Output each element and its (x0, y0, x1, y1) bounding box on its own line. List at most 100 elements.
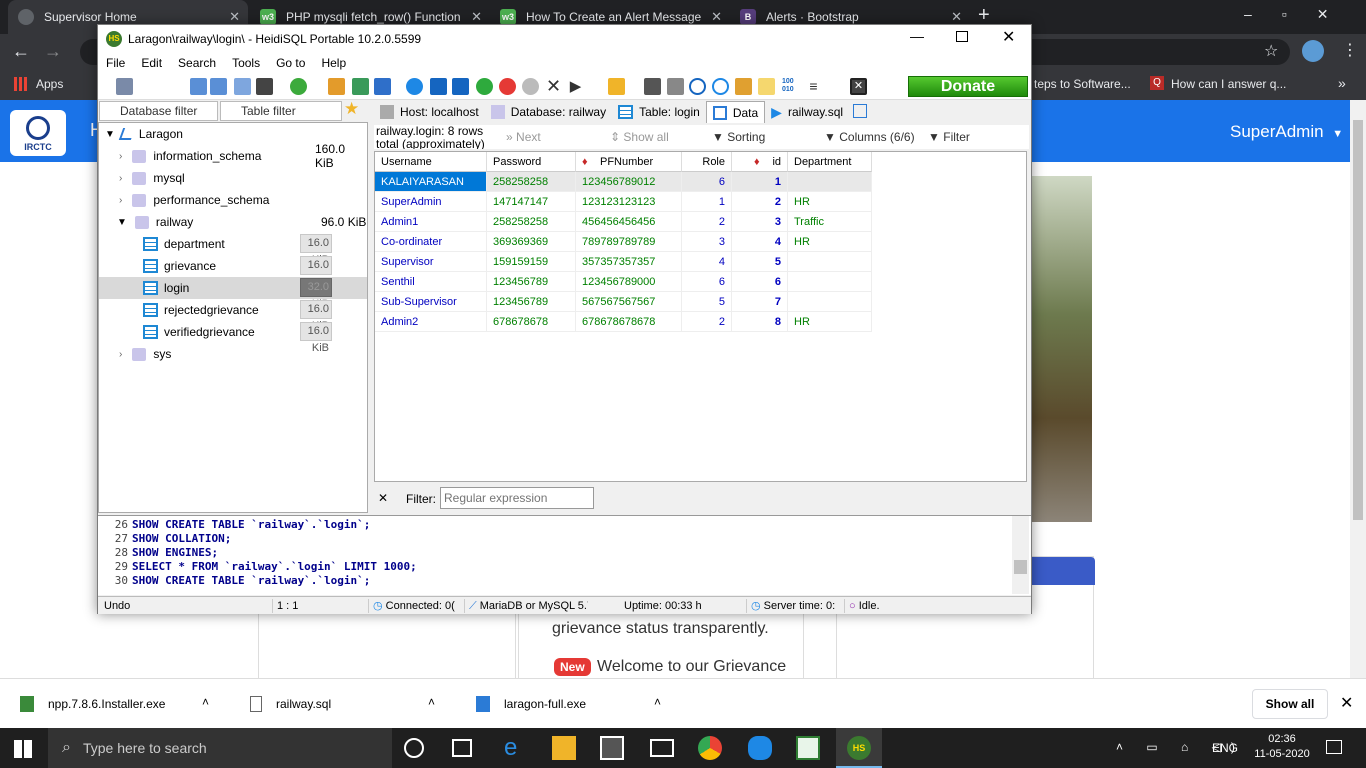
grid-cell[interactable]: Admin1 (375, 212, 487, 232)
grid-cell[interactable]: 3 (732, 212, 788, 232)
grid-cell[interactable]: Traffic (788, 212, 872, 232)
tab-query[interactable]: ▶ railway.sql (765, 101, 849, 123)
close-tab-icon[interactable]: ✕ (229, 9, 240, 25)
download-item[interactable]: railway.sql ˄ (250, 679, 450, 729)
forward-icon[interactable]: → (44, 41, 62, 62)
apps-bookmark[interactable]: Apps (14, 77, 63, 91)
grid-cell[interactable]: 1 (682, 192, 732, 212)
windows-start-icon[interactable] (14, 740, 32, 758)
last-record-icon[interactable] (452, 78, 469, 95)
menu-help[interactable]: Help (313, 56, 354, 70)
grid-cell[interactable]: 5 (682, 292, 732, 312)
first-record-icon[interactable] (430, 78, 447, 95)
grid-cell[interactable]: 6 (682, 172, 732, 192)
grid-cell[interactable]: 258258258 (487, 212, 576, 232)
more-bookmarks-icon[interactable]: » (1338, 75, 1346, 91)
tab-data[interactable]: Data (705, 101, 766, 123)
grid-cell[interactable]: 7 (732, 292, 788, 312)
grid-cell[interactable]: 4 (682, 252, 732, 272)
grid-cell[interactable]: Sub-Supervisor (375, 292, 487, 312)
replace-icon[interactable] (712, 78, 729, 95)
warning-icon[interactable] (758, 78, 775, 95)
export-icon[interactable] (234, 78, 251, 95)
save-as-icon[interactable] (667, 78, 684, 95)
cortana-icon[interactable] (404, 738, 424, 758)
grid-cell[interactable]: Senthil (375, 272, 487, 292)
tree-table-department[interactable]: department 16.0 KiB (99, 233, 367, 266)
tab-database[interactable]: Database: railway (485, 101, 612, 123)
close-tab-icon[interactable]: ✕ (711, 9, 722, 25)
chevron-up-icon[interactable]: ˄ (202, 695, 209, 709)
maximize-button[interactable] (956, 31, 968, 42)
paste-icon[interactable] (210, 78, 227, 95)
open-folder-icon[interactable] (608, 78, 625, 95)
bookmark-how-can-i-answer[interactable]: How can I answer q... (1171, 77, 1286, 91)
run-icon[interactable]: ▶ (567, 78, 584, 95)
binary-icon[interactable]: 100 010 (782, 78, 799, 95)
tree-db-sys[interactable]: › sys (99, 343, 367, 365)
store-icon[interactable] (600, 736, 624, 760)
grid-cell[interactable]: SuperAdmin (375, 192, 487, 212)
grid-cell[interactable]: 2 (732, 192, 788, 212)
grid-cell[interactable]: Admin2 (375, 312, 487, 332)
find-icon[interactable] (689, 78, 706, 95)
column-header-department[interactable]: Department (788, 152, 872, 172)
grid-cell[interactable]: 123456789 (487, 292, 576, 312)
grid-cell[interactable]: 123456789000 (576, 272, 682, 292)
app-icon[interactable] (748, 736, 772, 760)
column-header-username[interactable]: Username (375, 152, 487, 172)
sorting-button[interactable]: ▼ Sorting (712, 130, 765, 144)
connect-icon[interactable] (116, 78, 133, 95)
close-downloads-icon[interactable]: ✕ (1340, 693, 1353, 713)
database-filter-input[interactable]: Database filter (99, 101, 218, 121)
grid-cell[interactable]: 3 (682, 232, 732, 252)
column-header-password[interactable]: Password (487, 152, 576, 172)
notepad-plus-icon[interactable] (796, 736, 820, 760)
grid-cell[interactable] (788, 272, 872, 292)
grid-cell[interactable]: 567567567567 (576, 292, 682, 312)
filter-button[interactable]: ▼ Filter (928, 130, 970, 144)
log-scrollbar[interactable] (1012, 516, 1029, 594)
tree-table-rejectedgrievance[interactable]: rejectedgrievance 16.0 KiB (99, 299, 367, 332)
post-icon[interactable] (522, 78, 539, 95)
close-tab-icon[interactable]: ✕ (951, 9, 962, 25)
show-all-downloads-button[interactable]: Show all (1252, 689, 1328, 719)
menu-edit[interactable]: Edit (133, 56, 170, 70)
tree-db-information-schema[interactable]: › information_schema 160.0 KiB (99, 142, 367, 170)
column-header-role[interactable]: Role (682, 152, 732, 172)
columns-button[interactable]: ▼ Columns (6/6) (824, 130, 915, 144)
insert-row-icon[interactable] (476, 78, 493, 95)
grid-cell[interactable]: 8 (732, 312, 788, 332)
bookmark-steps-software[interactable]: teps to Software... (1034, 77, 1131, 91)
irctc-logo[interactable]: IRCTC (10, 110, 66, 156)
grid-cell[interactable] (788, 172, 872, 192)
grid-cell[interactable]: 6 (682, 272, 732, 292)
new-query-tab-icon[interactable] (849, 101, 871, 123)
help-icon[interactable] (406, 78, 423, 95)
filter-input[interactable] (440, 487, 594, 509)
menu-goto[interactable]: Go to (268, 56, 313, 70)
bookmark-star-icon[interactable]: ☆ (1264, 41, 1278, 61)
tree-db-performance-schema[interactable]: › performance_schema (99, 189, 367, 211)
menu-tools[interactable]: Tools (224, 56, 268, 70)
grid-cell[interactable]: KALAIYARASAN (375, 172, 487, 192)
grid-cell[interactable]: HR (788, 192, 872, 212)
csv-import-icon[interactable] (352, 78, 369, 95)
back-icon[interactable]: ← (12, 41, 30, 62)
grid-cell[interactable]: 6 (732, 272, 788, 292)
menu-search[interactable]: Search (170, 56, 224, 70)
task-view-icon[interactable] (452, 739, 472, 757)
donate-button[interactable]: Donate (908, 76, 1028, 97)
table-filter-input[interactable]: Table filter (220, 101, 342, 121)
copy-icon[interactable] (190, 78, 207, 95)
grid-cell[interactable]: 369369369 (487, 232, 576, 252)
taskbar-search[interactable]: ⌕ Type here to search (48, 728, 392, 768)
delete-row-icon[interactable] (499, 78, 516, 95)
chrome-menu-icon[interactable]: ⋮ (1342, 40, 1358, 60)
file-explorer-icon[interactable] (552, 736, 576, 760)
save-icon[interactable] (644, 78, 661, 95)
download-item[interactable]: laragon-full.exe ˄ (476, 679, 676, 729)
format-icon[interactable] (735, 78, 752, 95)
edge-icon[interactable]: e (504, 736, 528, 760)
tab-host[interactable]: Host: localhost (374, 101, 485, 123)
